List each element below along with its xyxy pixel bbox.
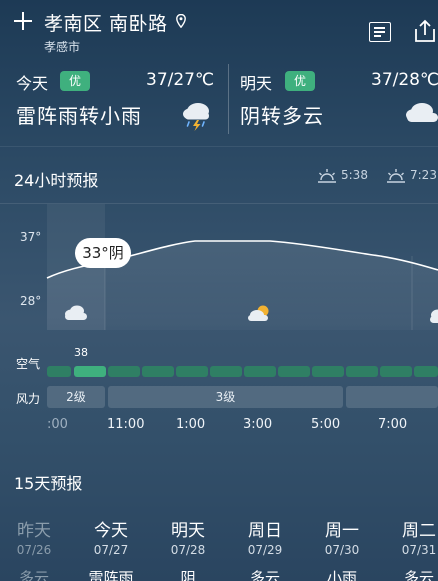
city-subtitle: 孝感市: [44, 40, 81, 54]
forecast-day[interactable]: 周一 07/30 小雨: [304, 516, 380, 581]
forecast-day[interactable]: 昨天 07/26 多云: [0, 516, 72, 581]
forecast-day-name: 昨天: [17, 521, 51, 541]
news-list-icon[interactable]: [369, 22, 391, 42]
forecast-day[interactable]: 周日 07/29 多云: [227, 516, 303, 581]
forecast-day[interactable]: 今天 07/27 雷阵雨: [73, 516, 149, 581]
forecast-day-name: 周日: [248, 521, 282, 541]
location-title[interactable]: 孝南区 南卧路: [44, 9, 168, 36]
forecast-day[interactable]: 明天 07/28 阴: [150, 516, 226, 581]
wind-segment: 2级: [47, 386, 105, 408]
hour-label: :00: [47, 417, 68, 432]
air-quality-value: 38: [74, 346, 88, 359]
aqi-bar: [142, 366, 174, 377]
today-aqi-badge: 优: [60, 71, 91, 91]
aqi-bar: [278, 366, 310, 377]
forecast-title: 15天预报: [14, 474, 83, 493]
forecast-day-name: 明天: [171, 521, 205, 541]
hourly-title: 24小时预报: [14, 171, 99, 190]
today-label: 今天: [16, 74, 49, 93]
sunrise-icon: [318, 169, 336, 183]
hour-label: 7:00: [378, 417, 408, 432]
today-temp-range: 37/27℃: [146, 70, 215, 90]
aqi-bar: [244, 366, 276, 377]
hour-label: 3:00: [243, 417, 273, 432]
forecast-condition: 阴: [180, 569, 196, 581]
sunset-icon: [387, 169, 405, 183]
day-summary-row: 今天 优 37/27℃ 雷阵雨转小雨 明天 优 37/28℃ 阴转多云: [0, 58, 438, 140]
aqi-bar: [346, 366, 378, 377]
aqi-bar: [312, 366, 344, 377]
wind-label: 风力: [16, 392, 41, 406]
aqi-bar-current: [74, 366, 106, 377]
forecast-day-name: 今天: [94, 521, 128, 541]
today-condition: 雷阵雨转小雨: [16, 104, 142, 128]
forecast-date: 07/30: [324, 543, 360, 557]
add-city-icon[interactable]: [12, 10, 34, 32]
forecast-day-name: 周一: [325, 521, 359, 541]
hour-label: 11:00: [107, 417, 145, 432]
tomorrow-temp-range: 37/28℃: [371, 70, 438, 90]
aqi-bar: [47, 366, 71, 377]
hour-label: 5:00: [311, 417, 341, 432]
today-card[interactable]: 今天 优 37/27℃ 雷阵雨转小雨: [0, 58, 228, 140]
forecast-condition: 多云: [403, 569, 434, 581]
wind-segment: 3级: [108, 386, 343, 408]
forecast-day-name: 周二: [402, 521, 436, 541]
aqi-bar: [176, 366, 208, 377]
forecast-condition: 多云: [18, 569, 49, 581]
forecast-date: 07/26: [16, 543, 52, 557]
day-divider: [228, 64, 229, 134]
forecast-condition: 雷阵雨: [88, 569, 134, 581]
aqi-bar: [380, 366, 412, 377]
forecast-date: 07/28: [170, 543, 206, 557]
forecast-condition: 小雨: [326, 569, 357, 581]
forecast-date: 07/27: [93, 543, 129, 557]
wind-segment: [346, 386, 438, 408]
tomorrow-label: 明天: [240, 74, 273, 93]
tomorrow-condition: 阴转多云: [240, 104, 324, 128]
forecast-date: 07/31: [401, 543, 437, 557]
hourly-temperature-chart[interactable]: [0, 204, 438, 346]
sunrise-time: 5:38: [341, 168, 368, 182]
location-pin-icon: [176, 14, 186, 28]
air-quality-label: 空气: [16, 357, 41, 371]
aqi-bar: [210, 366, 242, 377]
tomorrow-aqi-badge: 优: [285, 71, 316, 91]
header: 孝南区 南卧路 孝感市: [0, 0, 438, 58]
forecast-condition: 多云: [249, 569, 280, 581]
share-icon[interactable]: [412, 18, 438, 44]
current-temp-tooltip: 33°阴: [75, 238, 131, 268]
tomorrow-card[interactable]: 明天 优 37/28℃ 阴转多云: [229, 58, 438, 140]
section-divider: [0, 146, 438, 147]
aqi-bar: [108, 366, 140, 377]
cloud-icon: [406, 103, 438, 122]
aqi-bar: [414, 366, 438, 377]
forecast-date: 07/29: [247, 543, 283, 557]
hour-label: 1:00: [176, 417, 206, 432]
forecast-day[interactable]: 周二 07/31 多云: [381, 516, 438, 581]
thunder-rain-icon: [183, 103, 209, 131]
sunset-time: 7:23: [410, 168, 437, 182]
